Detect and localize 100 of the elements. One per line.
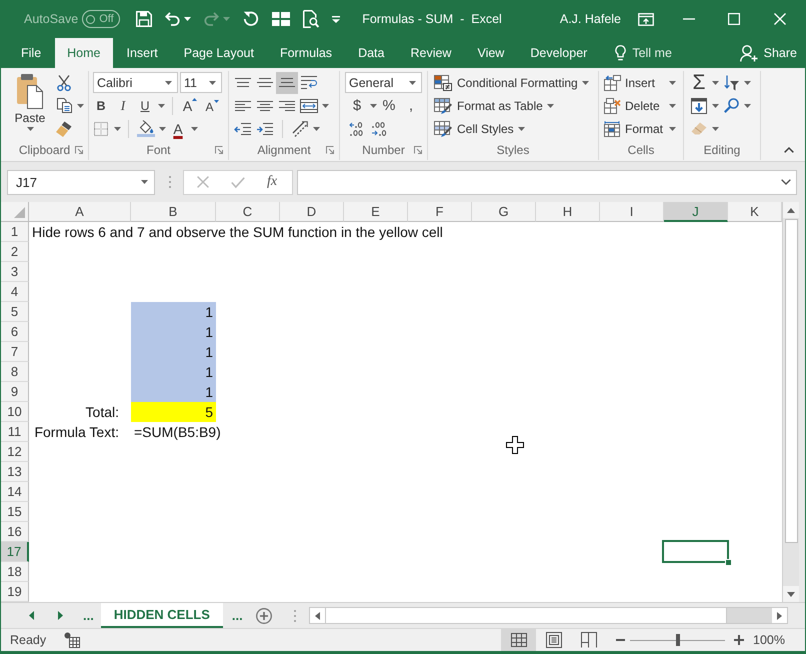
dialog-launcher-icon[interactable] xyxy=(414,146,422,154)
orientation-icon[interactable] xyxy=(292,120,308,136)
shrink-font-button[interactable]: A xyxy=(201,94,223,116)
ribbon-tab[interactable]: File xyxy=(9,38,54,68)
caret-icon[interactable] xyxy=(190,126,198,130)
print-preview-icon[interactable] xyxy=(303,10,320,28)
scroll-down-icon[interactable] xyxy=(787,592,795,596)
caret-icon[interactable] xyxy=(165,80,172,84)
row-header[interactable]: 7 xyxy=(1,342,29,362)
ribbon-tab[interactable]: Page Layout xyxy=(172,38,266,68)
caret-icon[interactable] xyxy=(582,80,589,84)
save-icon[interactable] xyxy=(136,11,152,27)
insert-cells-button[interactable]: Insert xyxy=(604,74,676,90)
copy-icon[interactable] xyxy=(56,98,72,113)
ribbon-tab[interactable]: Formulas xyxy=(268,38,344,68)
percent-style-button[interactable]: % xyxy=(378,94,400,116)
merge-cells-icon[interactable] xyxy=(300,98,318,112)
more-sheets-button[interactable]: ... xyxy=(232,608,243,623)
cell-styles-button[interactable]: Cell Styles xyxy=(434,120,525,136)
column-header[interactable]: A xyxy=(29,202,131,222)
add-sheet-icon[interactable] xyxy=(256,608,272,624)
scrollbar-thumb[interactable] xyxy=(784,219,798,543)
sheet-tab[interactable]: HIDDEN CELLS xyxy=(100,603,223,628)
row-header[interactable]: 12 xyxy=(1,442,29,462)
grip-icon[interactable] xyxy=(294,610,296,622)
row-header[interactable]: 16 xyxy=(1,522,29,542)
caret-icon[interactable] xyxy=(312,126,320,130)
italic-button[interactable]: I xyxy=(112,94,134,116)
scrollbar-thumb[interactable] xyxy=(324,608,727,623)
wrap-text-icon[interactable] xyxy=(301,76,317,90)
align-right-icon[interactable] xyxy=(279,100,295,110)
decrease-indent-icon[interactable] xyxy=(235,122,251,134)
grid-icon[interactable] xyxy=(272,12,290,26)
minimize-icon[interactable] xyxy=(683,18,695,20)
previous-sheet-icon[interactable] xyxy=(29,611,34,620)
increase-indent-icon[interactable] xyxy=(257,122,273,134)
active-cell-border[interactable] xyxy=(662,540,729,563)
zoom-slider-thumb[interactable] xyxy=(676,634,680,646)
bottom-align-button[interactable] xyxy=(276,72,298,94)
scissors-icon[interactable] xyxy=(57,74,71,90)
ribbon-display-icon[interactable] xyxy=(638,12,654,26)
tell-me-search[interactable]: Tell me xyxy=(615,38,672,68)
caret-icon[interactable] xyxy=(669,126,676,130)
align-bottom-icon[interactable] xyxy=(279,78,295,88)
normal-view-button[interactable] xyxy=(501,629,536,651)
column-header[interactable]: I xyxy=(600,202,664,222)
scroll-right-icon[interactable] xyxy=(776,612,782,620)
row-header[interactable]: 4 xyxy=(1,282,29,302)
caret-icon[interactable] xyxy=(712,104,718,108)
caret-icon[interactable] xyxy=(158,126,166,130)
share-button[interactable]: Share xyxy=(740,38,797,68)
formula-input[interactable] xyxy=(297,170,797,194)
sort-filter-icon[interactable] xyxy=(724,74,738,90)
row-header[interactable]: 15 xyxy=(1,502,29,522)
font-name-dropdown[interactable]: Calibri xyxy=(93,72,178,93)
caret-icon[interactable] xyxy=(409,80,416,84)
next-sheet-icon[interactable] xyxy=(58,611,63,620)
grow-font-button[interactable]: A xyxy=(179,94,201,116)
refresh-icon[interactable] xyxy=(243,11,260,27)
caret-icon[interactable] xyxy=(712,126,718,130)
paint-bucket-icon[interactable] xyxy=(137,120,155,137)
close-icon[interactable] xyxy=(774,13,786,25)
scroll-up-icon[interactable] xyxy=(787,208,795,212)
person-add-icon[interactable] xyxy=(740,44,758,62)
align-top-icon[interactable] xyxy=(235,78,251,88)
column-header[interactable]: K xyxy=(728,202,782,222)
caret-icon[interactable] xyxy=(184,17,192,21)
fill-handle[interactable] xyxy=(725,559,732,566)
caret-icon[interactable] xyxy=(669,80,676,84)
column-header[interactable]: E xyxy=(344,202,408,222)
paste-button[interactable]: Paste xyxy=(10,71,50,140)
row-header[interactable]: 13 xyxy=(1,462,29,482)
ribbon-tab[interactable]: Home xyxy=(55,38,112,68)
undo-icon[interactable] xyxy=(165,12,180,26)
search-icon[interactable] xyxy=(724,98,738,113)
caret-icon[interactable] xyxy=(26,127,34,131)
column-header[interactable]: D xyxy=(280,202,344,222)
row-header[interactable]: 6 xyxy=(1,322,29,342)
column-header[interactable]: C xyxy=(216,202,280,222)
row-header[interactable]: 9 xyxy=(1,382,29,402)
caret-icon[interactable] xyxy=(370,104,376,108)
conditional-formatting-button[interactable]: Conditional Formatting xyxy=(434,74,589,90)
collapse-ribbon-icon[interactable] xyxy=(784,147,794,153)
decrease-decimal-icon[interactable] xyxy=(371,122,387,136)
insert-function-button[interactable]: fx xyxy=(267,174,278,190)
caret-icon[interactable] xyxy=(76,104,84,108)
row-header[interactable]: 2 xyxy=(1,242,29,262)
more-sheets-button[interactable]: ... xyxy=(83,608,94,623)
underline-button[interactable]: U xyxy=(134,94,156,116)
maximize-icon[interactable] xyxy=(728,13,740,25)
comma-style-button[interactable]: , xyxy=(400,94,422,116)
increase-decimal-icon[interactable] xyxy=(349,122,365,136)
row-header[interactable]: 14 xyxy=(1,482,29,502)
caret-icon[interactable] xyxy=(158,104,164,108)
row-header[interactable]: 11 xyxy=(1,422,29,442)
row-header[interactable]: 3 xyxy=(1,262,29,282)
ribbon-tab[interactable]: Insert xyxy=(114,38,170,68)
horizontal-scrollbar[interactable] xyxy=(308,607,788,624)
column-header[interactable]: H xyxy=(536,202,600,222)
ribbon-tab[interactable]: View xyxy=(465,38,516,68)
